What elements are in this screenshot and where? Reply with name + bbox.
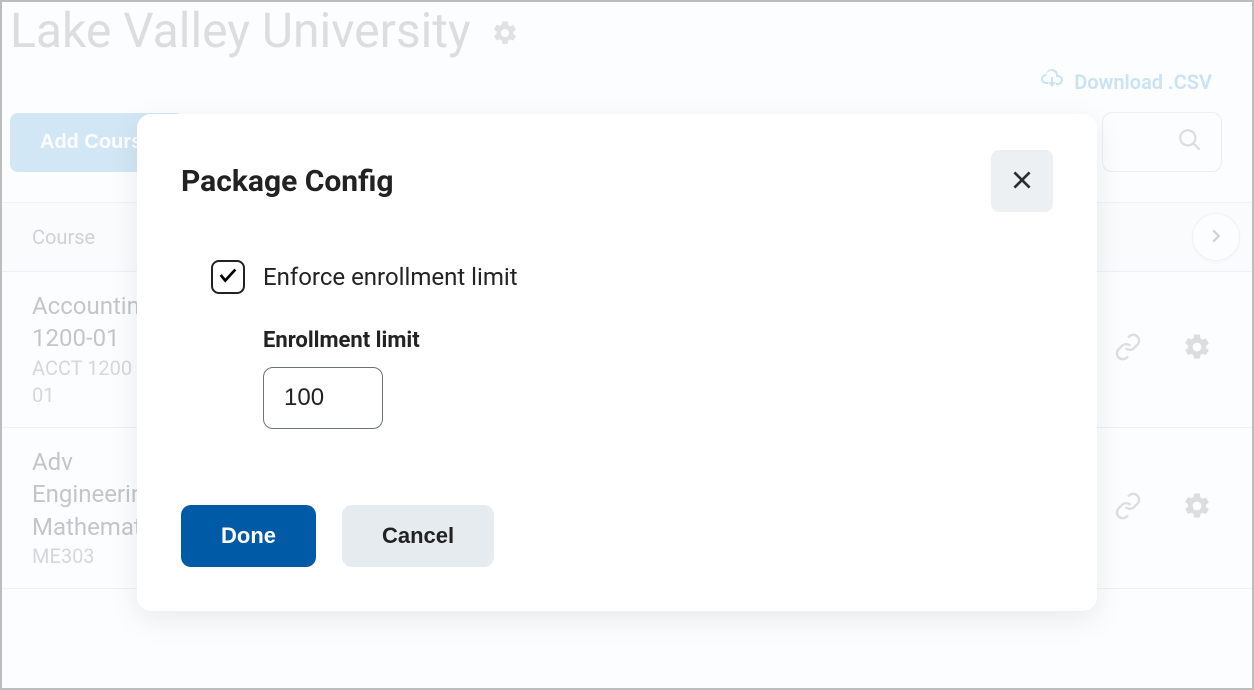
enforce-enrollment-label: Enforce enrollment limit xyxy=(263,263,518,291)
dialog-body: Enforce enrollment limit Enrollment limi… xyxy=(181,212,1053,469)
dialog-header: Package Config xyxy=(181,150,1053,212)
package-config-dialog: Package Config Enforce enrollment limit … xyxy=(137,114,1097,611)
check-icon xyxy=(217,264,239,290)
enforce-enrollment-checkbox[interactable] xyxy=(211,260,245,294)
enforce-enrollment-row: Enforce enrollment limit xyxy=(211,260,1053,294)
cancel-button[interactable]: Cancel xyxy=(342,505,494,567)
close-icon xyxy=(1009,167,1035,196)
dialog-footer: Done Cancel xyxy=(181,469,1053,567)
dialog-title: Package Config xyxy=(181,164,394,199)
enrollment-limit-group: Enrollment limit xyxy=(211,294,1053,449)
close-button[interactable] xyxy=(991,150,1053,212)
enrollment-limit-input[interactable] xyxy=(263,367,383,429)
done-button-label: Done xyxy=(221,523,276,548)
enrollment-limit-label: Enrollment limit xyxy=(263,328,1053,353)
cancel-button-label: Cancel xyxy=(382,523,454,548)
done-button[interactable]: Done xyxy=(181,505,316,567)
